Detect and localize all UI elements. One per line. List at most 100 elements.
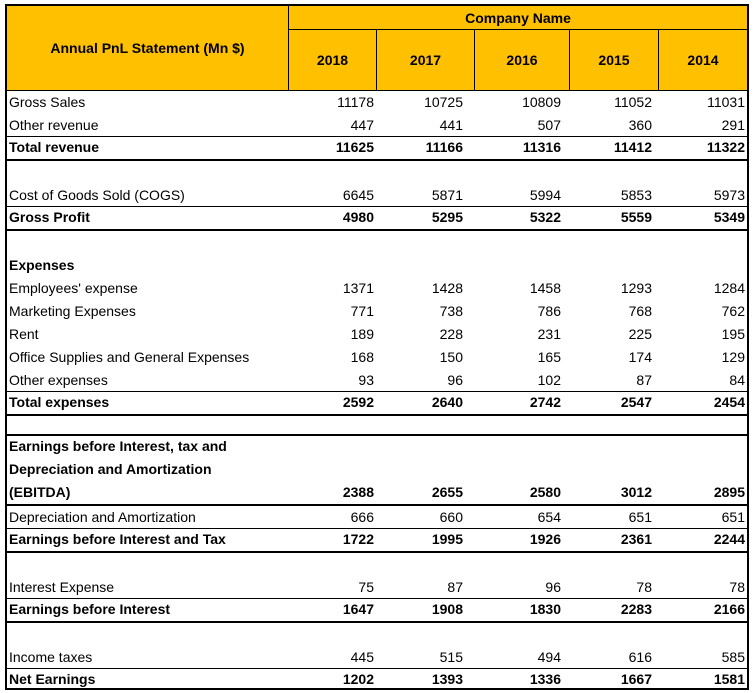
cell-value-2017[interactable]: 515 [440, 649, 463, 665]
cell-value-2014[interactable]: 585 [722, 649, 745, 665]
cell-value-2016[interactable]: 494 [538, 649, 561, 665]
cell-value-2014[interactable]: 195 [722, 326, 745, 342]
cell-value-2015[interactable]: 174 [629, 349, 652, 365]
cell-value-2018[interactable]: 1722 [343, 531, 374, 547]
cell-value-2016[interactable]: 102 [538, 372, 561, 388]
statement-title[interactable]: Annual PnL Statement (Mn $) [7, 6, 289, 90]
cell-value-2014[interactable]: 5349 [714, 209, 745, 225]
cell-value-2018[interactable]: 189 [351, 326, 374, 342]
cell-value-2016[interactable]: 5994 [530, 187, 561, 203]
row-label[interactable]: Gross Sales [9, 94, 85, 110]
cell-value-2014[interactable]: 5973 [714, 187, 745, 203]
row-label[interactable]: Gross Profit [9, 209, 90, 225]
cell-value-2018[interactable]: 11625 [336, 139, 374, 155]
cell-value-2014[interactable]: 762 [722, 303, 745, 319]
cell-value-2015[interactable]: 3012 [621, 484, 652, 500]
cell-value-2015[interactable]: 5853 [621, 187, 652, 203]
cell-value-2017[interactable]: 150 [440, 349, 463, 365]
row-label[interactable]: Earnings before Interest and Tax [9, 531, 226, 547]
cell-value-2018[interactable]: 1647 [343, 601, 374, 617]
cell-value-2014[interactable]: 11322 [707, 139, 745, 155]
cell-value-2017[interactable]: 660 [440, 509, 463, 525]
row-label[interactable]: Interest Expense [9, 579, 114, 595]
cell-value-2018[interactable]: 6645 [343, 187, 374, 203]
cell-value-2017[interactable]: 87 [447, 579, 463, 595]
cell-value-2016[interactable]: 507 [538, 117, 561, 133]
cell-value-2014[interactable]: 1581 [714, 671, 745, 687]
cell-value-2014[interactable]: 2895 [714, 484, 745, 500]
cell-value-2017[interactable]: 2655 [432, 484, 463, 500]
row-label[interactable]: Depreciation and Amortization [9, 461, 212, 477]
cell-value-2014[interactable]: 2454 [714, 394, 745, 410]
row-label[interactable]: Rent [9, 326, 39, 342]
cell-value-2017[interactable]: 1908 [432, 601, 463, 617]
cell-value-2015[interactable]: 651 [629, 509, 652, 525]
cell-value-2018[interactable]: 75 [358, 579, 374, 595]
cell-value-2017[interactable]: 1428 [432, 280, 463, 296]
cell-value-2014[interactable]: 78 [729, 579, 745, 595]
row-label[interactable]: Total expenses [9, 394, 109, 410]
cell-value-2018[interactable]: 1202 [343, 671, 374, 687]
cell-value-2017[interactable]: 738 [440, 303, 463, 319]
cell-value-2014[interactable]: 11031 [707, 94, 745, 110]
cell-value-2016[interactable]: 5322 [530, 209, 561, 225]
cell-value-2016[interactable]: 96 [545, 579, 561, 595]
cell-value-2015[interactable]: 616 [629, 649, 652, 665]
year-header-2014[interactable]: 2014 [659, 30, 747, 90]
cell-value-2016[interactable]: 786 [538, 303, 561, 319]
cell-value-2014[interactable]: 651 [722, 509, 745, 525]
row-label[interactable]: Office Supplies and General Expenses [9, 349, 249, 365]
cell-value-2018[interactable]: 11178 [337, 94, 374, 110]
row-label[interactable]: Income taxes [9, 649, 92, 665]
row-label[interactable]: (EBITDA) [9, 484, 70, 500]
cell-value-2015[interactable]: 11412 [614, 139, 652, 155]
cell-value-2017[interactable]: 228 [440, 326, 463, 342]
cell-value-2014[interactable]: 2166 [714, 601, 745, 617]
cell-value-2016[interactable]: 1458 [530, 280, 561, 296]
cell-value-2016[interactable]: 1830 [530, 601, 561, 617]
cell-value-2018[interactable]: 2592 [343, 394, 374, 410]
row-label[interactable]: Expenses [9, 257, 74, 273]
row-label[interactable]: Depreciation and Amortization [9, 509, 196, 525]
cell-value-2018[interactable]: 2388 [343, 484, 374, 500]
cell-value-2015[interactable]: 225 [629, 326, 652, 342]
cell-value-2017[interactable]: 2640 [432, 394, 463, 410]
row-label[interactable]: Cost of Goods Sold (COGS) [9, 187, 185, 203]
cell-value-2015[interactable]: 1293 [621, 280, 652, 296]
cell-value-2017[interactable]: 441 [440, 117, 463, 133]
cell-value-2015[interactable]: 2547 [621, 394, 652, 410]
cell-value-2015[interactable]: 2361 [621, 531, 652, 547]
cell-value-2014[interactable]: 2244 [714, 531, 745, 547]
cell-value-2018[interactable]: 4980 [343, 209, 374, 225]
cell-value-2017[interactable]: 96 [447, 372, 463, 388]
cell-value-2018[interactable]: 1371 [343, 280, 374, 296]
year-header-2018[interactable]: 2018 [289, 30, 377, 90]
cell-value-2017[interactable]: 1995 [432, 531, 463, 547]
cell-value-2015[interactable]: 360 [629, 117, 652, 133]
company-name-header[interactable]: Company Name [289, 6, 747, 30]
cell-value-2014[interactable]: 129 [722, 349, 745, 365]
row-label[interactable]: Net Earnings [9, 671, 95, 687]
cell-value-2014[interactable]: 291 [722, 117, 745, 133]
row-label[interactable]: Earnings before Interest, tax and [9, 438, 227, 454]
row-label[interactable]: Total revenue [9, 139, 99, 155]
cell-value-2017[interactable]: 5871 [432, 187, 463, 203]
year-header-2016[interactable]: 2016 [475, 30, 570, 90]
cell-value-2015[interactable]: 5559 [621, 209, 652, 225]
cell-value-2018[interactable]: 447 [351, 117, 374, 133]
cell-value-2016[interactable]: 1926 [530, 531, 561, 547]
cell-value-2017[interactable]: 10725 [424, 94, 463, 110]
cell-value-2015[interactable]: 2283 [621, 601, 652, 617]
cell-value-2016[interactable]: 2580 [530, 484, 561, 500]
row-label[interactable]: Earnings before Interest [9, 601, 170, 617]
cell-value-2015[interactable]: 87 [636, 372, 652, 388]
cell-value-2015[interactable]: 78 [636, 579, 652, 595]
cell-value-2016[interactable]: 11316 [523, 139, 561, 155]
cell-value-2018[interactable]: 666 [351, 509, 374, 525]
cell-value-2015[interactable]: 768 [629, 303, 652, 319]
cell-value-2017[interactable]: 5295 [432, 209, 463, 225]
row-label[interactable]: Marketing Expenses [9, 303, 136, 319]
row-label[interactable]: Other expenses [9, 372, 108, 388]
cell-value-2014[interactable]: 84 [729, 372, 745, 388]
cell-value-2015[interactable]: 11052 [614, 94, 652, 110]
